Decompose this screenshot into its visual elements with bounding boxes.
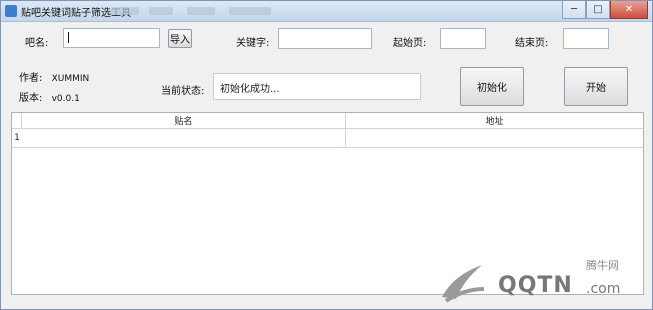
column-header-url[interactable]: 地址 — [346, 113, 643, 128]
blurred-taskbar-item — [187, 7, 215, 15]
version-value: v0.0.1 — [51, 94, 80, 104]
start-page-label: 起始页: — [393, 38, 427, 49]
minimize-button[interactable]: ─ — [562, 1, 586, 19]
text-caret — [68, 32, 69, 43]
initialize-button[interactable]: 初始化 — [460, 67, 524, 106]
column-header-name[interactable]: 贴名 — [22, 113, 346, 128]
table-row[interactable]: 1 — [12, 129, 643, 148]
watermark-brand: 腾牛网 — [586, 259, 619, 272]
window-controls: ─ □ ✕ — [562, 1, 648, 19]
status-text: 初始化成功... — [220, 84, 280, 95]
title-bar[interactable]: 贴吧关键词贴子筛选工具 ─ □ ✕ — [1, 1, 652, 22]
import-button[interactable]: 导入 — [168, 29, 192, 48]
version-label: 版本: v0.0.1 — [19, 89, 80, 104]
maximize-button[interactable]: □ — [586, 1, 610, 19]
bar-name-input[interactable] — [63, 28, 160, 48]
watermark-site: QQTN — [498, 273, 573, 298]
end-page-label: 结束页: — [515, 38, 549, 49]
bar-name-label: 吧名: — [25, 38, 49, 49]
status-label: 当前状态: — [161, 86, 205, 97]
version-label-text: 版本: — [19, 93, 43, 104]
status-display: 初始化成功... — [213, 73, 421, 100]
app-icon — [5, 5, 17, 17]
end-page-input[interactable] — [563, 28, 609, 49]
author-label-text: 作者: — [19, 73, 43, 84]
watermark-logo-icon — [442, 265, 485, 303]
author-label: 作者: XUMMIN — [19, 69, 89, 84]
keyword-input[interactable] — [278, 28, 372, 49]
blurred-taskbar-item — [149, 7, 173, 15]
site-watermark: 腾牛网 QQTN .com — [436, 255, 646, 305]
author-value: XUMMIN — [51, 74, 90, 84]
blurred-taskbar-item — [229, 7, 271, 15]
blurred-taskbar-item — [111, 7, 139, 15]
close-button[interactable]: ✕ — [610, 1, 648, 19]
cell-url[interactable] — [346, 129, 643, 147]
start-page-input[interactable] — [440, 28, 486, 49]
app-window: 贴吧关键词贴子筛选工具 ─ □ ✕ 吧名: 导入 关键字: 起始页: 结束页: … — [0, 0, 653, 310]
row-header-corner — [12, 113, 22, 128]
row-number: 1 — [14, 133, 20, 143]
table-header: 贴名 地址 — [12, 113, 643, 129]
start-button[interactable]: 开始 — [564, 67, 628, 106]
cell-name[interactable] — [22, 129, 346, 147]
keyword-label: 关键字: — [236, 38, 270, 49]
watermark-suffix: .com — [586, 281, 621, 297]
